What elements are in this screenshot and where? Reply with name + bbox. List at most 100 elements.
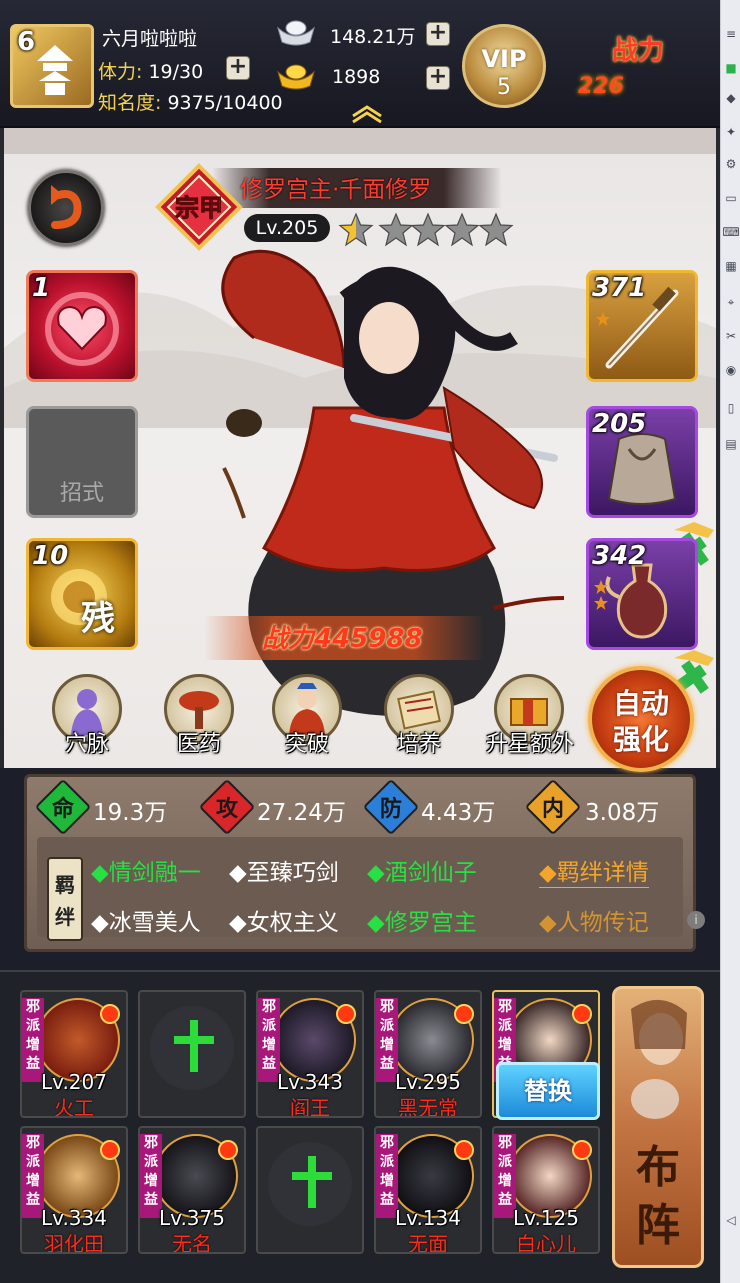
roster-empty-slot[interactable]	[256, 1126, 364, 1254]
gear-icon[interactable]: ⚙	[723, 156, 739, 172]
hero-character-portrait	[221, 249, 565, 716]
bond-item[interactable]: ◆冰雪美人	[91, 903, 201, 937]
app-icon[interactable]: ◆	[723, 90, 739, 106]
equipment-level: 205	[592, 409, 647, 439]
roster-hero-slot[interactable]: 邪派增益 Lv.343 阎王	[256, 990, 364, 1118]
back-nav-icon[interactable]: ◁	[723, 1212, 739, 1228]
bond-item[interactable]: ◆至臻巧剑	[229, 853, 339, 887]
roster-hero-level: Lv.134	[395, 1206, 461, 1230]
hero-power: 战力445988	[262, 624, 423, 654]
roster-hero-slot[interactable]: 邪派增益 Lv.125 白心儿	[492, 1126, 600, 1254]
roster-hero-slot[interactable]: 邪派增益 Lv.295 黑无常	[374, 990, 482, 1118]
empty-skill-label: 招式	[59, 481, 104, 506]
info-icon[interactable]: i	[687, 911, 705, 929]
back-button[interactable]	[28, 170, 104, 246]
health-stat-value: 19.3万	[93, 800, 168, 826]
add-gold-button[interactable]: +	[426, 66, 450, 90]
skill-slot-2[interactable]: 10 残	[26, 538, 138, 650]
medicine-button[interactable]: 医药	[156, 674, 242, 760]
add-stamina-button[interactable]: +	[226, 56, 250, 80]
character-bio-link[interactable]: ◆人物传记	[539, 903, 649, 937]
phone-icon[interactable]: ▯	[723, 400, 739, 416]
equipment-slot-accessory[interactable]: 342	[586, 538, 698, 650]
star-icon	[596, 312, 610, 326]
medicine-label: 医药	[176, 732, 221, 757]
bond-tag: 羁绊	[47, 857, 83, 941]
skill-slot-empty[interactable]: 招式	[26, 406, 138, 518]
status-icon[interactable]: ■	[723, 60, 739, 76]
keyboard-icon[interactable]: ⌨	[722, 224, 739, 240]
stamina-label: 体力:	[98, 61, 143, 83]
roster-hero-level: Lv.375	[159, 1206, 225, 1230]
star-up-button[interactable]: 升星额外	[486, 674, 575, 760]
notification-dot	[572, 1140, 592, 1160]
screen-icon[interactable]: ▭	[723, 190, 739, 206]
silver-ingot-icon	[277, 20, 315, 46]
notification-dot	[336, 1004, 356, 1024]
auto-strengthen-line2: 强化	[612, 723, 669, 756]
formation-label: 布阵	[636, 1142, 680, 1251]
equipment-level: 342	[592, 541, 647, 571]
top-header: 6 六月啦啦啦 体力: 19/30 + 知名度: 9375/10400 148.…	[0, 0, 720, 128]
bond-item[interactable]: ◆情剑融一	[91, 853, 201, 887]
combat-power-label: 战力	[612, 36, 665, 66]
notification-dot	[454, 1140, 474, 1160]
roster-hero-level: Lv.334	[41, 1206, 107, 1230]
replace-button[interactable]: 替换	[496, 1062, 600, 1120]
notification-dot	[100, 1004, 120, 1024]
equipment-level: 371	[592, 273, 647, 303]
add-hero-icon	[292, 1156, 332, 1208]
fame-value: 9375/10400	[167, 92, 283, 114]
notification-dot	[218, 1140, 238, 1160]
notification-dot	[100, 1140, 120, 1160]
roster-hero-slot[interactable]: 邪派增益 Lv.207 火工	[20, 990, 128, 1118]
formation-heroes-art	[631, 999, 687, 1119]
menu-icon[interactable]: ≡	[723, 26, 739, 42]
stats-panel: 命 19.3万 攻 27.24万 防 4.43万 内 3.08万 羁绊 ◆情剑融…	[24, 774, 705, 952]
notification-dot	[572, 1004, 592, 1024]
defense-stat-value: 4.43万	[421, 800, 496, 826]
attack-stat-char: 攻	[215, 797, 238, 822]
inner-stat-value: 3.08万	[585, 800, 660, 826]
grid-icon[interactable]: ▦	[723, 258, 739, 274]
hero-stage: 修罗宫主·千面修罗 宗甲 Lv.205 1 招式 10 残 371 205 34…	[0, 128, 720, 772]
breakthrough-button[interactable]: 突破	[264, 674, 350, 760]
scissors-icon[interactable]: ✂	[723, 328, 739, 344]
camera-icon[interactable]: ◉	[723, 362, 739, 378]
star-up-label: 升星额外	[486, 732, 575, 757]
combat-power-value: 226	[578, 74, 624, 99]
cultivate-button[interactable]: 培养	[376, 674, 462, 760]
meridian-button[interactable]: 穴脉	[44, 674, 130, 760]
add-silver-button[interactable]: +	[426, 22, 450, 46]
auto-strengthen-button[interactable]: 自动 强化	[588, 666, 694, 772]
bond-item[interactable]: ◆酒剑仙子	[367, 853, 477, 887]
folder-icon[interactable]: ▤	[723, 436, 739, 452]
bond-detail-link[interactable]: ◆羁绊详情	[539, 853, 649, 888]
player-name: 六月啦啦啦	[102, 28, 198, 50]
roster-hero-level: Lv.125	[513, 1206, 579, 1230]
bond-tag-text: 羁绊	[55, 873, 75, 929]
star-icon	[594, 596, 608, 610]
equipment-slot-armor[interactable]: 205	[586, 406, 698, 518]
player-rank-avatar[interactable]: 6	[10, 24, 94, 108]
gold-amount: 1898	[332, 66, 381, 88]
roster-hero-slot[interactable]: 邪派增益 Lv.375 无名	[138, 1126, 246, 1254]
skill-slot-1[interactable]: 1	[26, 270, 138, 382]
fame-row: 知名度: 9375/10400	[98, 88, 283, 115]
roster-hero-slot[interactable]: 邪派增益 Lv.134 无面	[374, 1126, 482, 1254]
bond-item[interactable]: ◆女权主义	[229, 903, 339, 937]
equipment-slot-weapon[interactable]: 371	[586, 270, 698, 382]
roster-hero-slot[interactable]: 邪派增益 Lv.334 羽化田	[20, 1126, 128, 1254]
vip-badge[interactable]: VIP 5	[462, 24, 546, 108]
star-icon	[594, 580, 608, 594]
skill-char: 残	[81, 599, 115, 639]
roster-empty-slot[interactable]	[138, 990, 246, 1118]
location-icon[interactable]: ⌖	[723, 294, 739, 310]
chevron-up-icon[interactable]	[350, 104, 384, 124]
roster-hero-name: 无名	[172, 1232, 212, 1254]
gamepad-icon[interactable]: ✦	[723, 124, 739, 140]
formation-button[interactable]: 布阵	[612, 986, 704, 1268]
auto-strengthen-line1: 自动	[612, 687, 669, 720]
bond-item[interactable]: ◆修罗宫主	[367, 903, 477, 937]
roster-hero-name: 羽化田	[44, 1232, 104, 1254]
